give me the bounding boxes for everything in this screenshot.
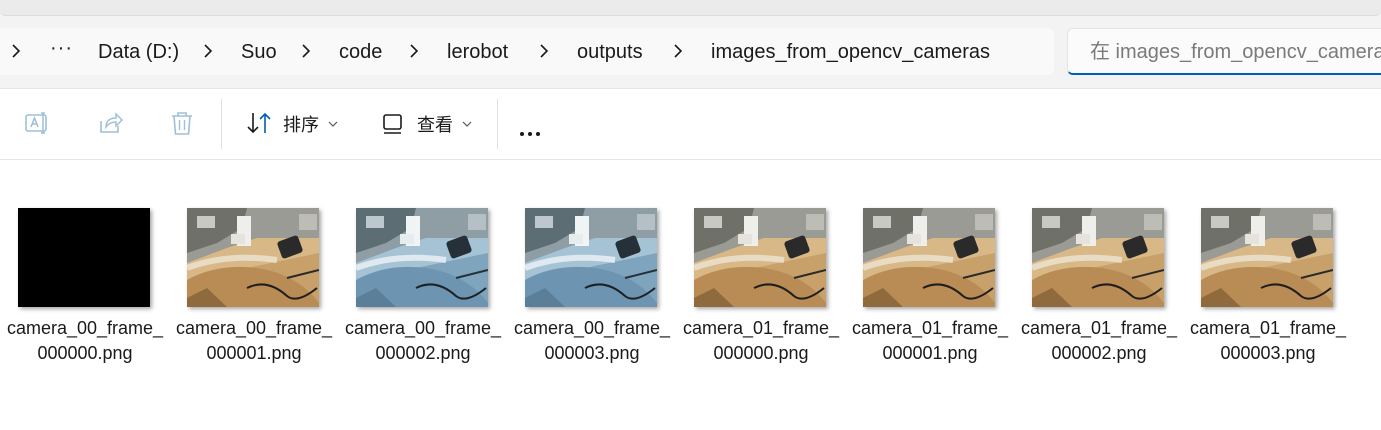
file-item[interactable]: camera_00_frame_000000.png <box>0 160 169 400</box>
chevron-right-icon[interactable] <box>200 43 216 59</box>
share-icon[interactable] <box>96 109 124 137</box>
file-name[interactable]: camera_01_frame_000002.png <box>1018 316 1180 366</box>
address-bar[interactable]: ··· Data (D:) Suo code lerobot outputs i… <box>0 28 1054 75</box>
chevron-right-icon[interactable] <box>406 43 422 59</box>
sort-icon[interactable] <box>245 109 273 137</box>
chevron-right-icon[interactable] <box>670 43 686 59</box>
file-thumbnail[interactable] <box>1201 208 1333 307</box>
sort-button-label[interactable]: 排序 <box>283 111 319 137</box>
file-thumbnail[interactable] <box>694 208 826 307</box>
file-thumbnail[interactable] <box>863 208 995 307</box>
file-name[interactable]: camera_01_frame_000001.png <box>849 316 1011 366</box>
file-item[interactable]: camera_00_frame_000002.png <box>338 160 507 400</box>
breadcrumb-overflow-button[interactable]: ··· <box>50 28 73 75</box>
file-item[interactable]: camera_01_frame_000001.png <box>845 160 1014 400</box>
file-thumbnail[interactable] <box>525 208 657 307</box>
search-box[interactable] <box>1067 28 1381 75</box>
file-item[interactable]: camera_01_frame_000002.png <box>1014 160 1183 400</box>
chevron-right-icon[interactable] <box>536 43 552 59</box>
view-icon[interactable] <box>380 109 408 137</box>
title-bar-strip <box>0 0 1381 28</box>
chevron-down-icon[interactable] <box>328 120 338 128</box>
file-thumbnail[interactable] <box>356 208 488 307</box>
breadcrumb-item-outputs[interactable]: outputs <box>577 28 643 75</box>
file-name[interactable]: camera_01_frame_000003.png <box>1187 316 1349 366</box>
more-icon[interactable] <box>520 123 544 141</box>
breadcrumb-item-code[interactable]: code <box>339 28 382 75</box>
breadcrumb-item-lerobot[interactable]: lerobot <box>447 28 508 75</box>
rename-icon[interactable] <box>24 109 52 137</box>
chevron-right-icon[interactable] <box>298 43 314 59</box>
file-item[interactable]: camera_01_frame_000000.png <box>676 160 845 400</box>
file-item[interactable]: camera_01_frame_000003.png <box>1183 160 1352 400</box>
breadcrumb-item-drive[interactable]: Data (D:) <box>98 28 179 75</box>
tab-edge <box>0 0 1381 16</box>
breadcrumb-item-suo[interactable]: Suo <box>241 28 277 75</box>
file-item[interactable]: camera_00_frame_000001.png <box>169 160 338 400</box>
breadcrumb-item-current-folder[interactable]: images_from_opencv_cameras <box>711 28 990 75</box>
delete-icon[interactable] <box>168 109 196 137</box>
chevron-down-icon[interactable] <box>462 120 472 128</box>
file-grid: camera_00_frame_000000.png camera_00_fra… <box>0 160 1381 430</box>
file-name[interactable]: camera_00_frame_000002.png <box>342 316 504 366</box>
file-name[interactable]: camera_00_frame_000001.png <box>173 316 335 366</box>
toolbar-divider <box>497 99 498 149</box>
command-bar: 排序 查看 <box>0 89 1381 160</box>
file-thumbnail[interactable] <box>1032 208 1164 307</box>
file-item[interactable]: camera_00_frame_000003.png <box>507 160 676 400</box>
view-button-label[interactable]: 查看 <box>417 111 453 137</box>
chevron-right-icon[interactable] <box>8 43 24 59</box>
search-input[interactable] <box>1088 37 1381 67</box>
file-name[interactable]: camera_01_frame_000000.png <box>680 316 842 366</box>
file-name[interactable]: camera_00_frame_000000.png <box>4 316 166 366</box>
toolbar-divider <box>221 99 222 149</box>
navigation-bar: ··· Data (D:) Suo code lerobot outputs i… <box>0 28 1381 89</box>
file-thumbnail[interactable] <box>187 208 319 307</box>
file-name[interactable]: camera_00_frame_000003.png <box>511 316 673 366</box>
file-thumbnail[interactable] <box>18 208 150 307</box>
